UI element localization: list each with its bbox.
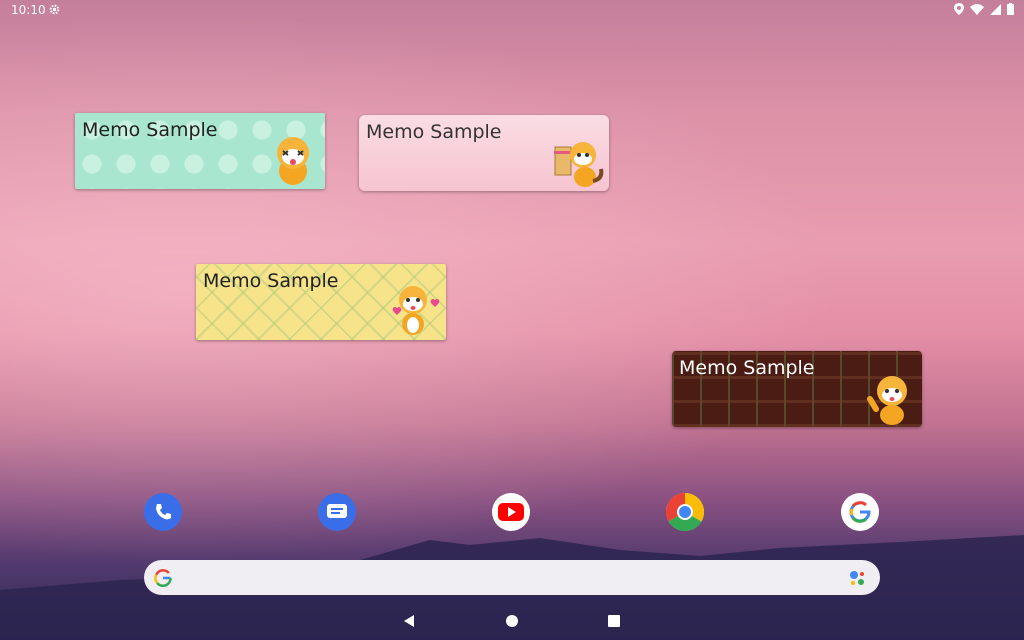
memo-widget-yellow[interactable]: Memo Sample [196, 264, 446, 340]
settings-gear-icon [49, 4, 60, 15]
cell-signal-icon [990, 3, 1001, 15]
memo-text: Memo Sample [679, 357, 815, 379]
memo-widget-pink[interactable]: Memo Sample [359, 115, 609, 191]
memo-widget-brown[interactable]: Memo Sample [672, 351, 922, 427]
assistant-icon[interactable] [848, 569, 868, 587]
google-icon[interactable] [841, 493, 879, 531]
memo-text: Memo Sample [82, 119, 218, 141]
youtube-icon[interactable] [492, 493, 530, 531]
messages-icon[interactable] [318, 493, 356, 531]
raccoon-hearts-icon [392, 286, 440, 335]
location-icon [954, 3, 964, 15]
status-bar: 10:10 [0, 0, 1024, 20]
google-g-icon [154, 569, 172, 588]
recents-icon[interactable] [607, 614, 621, 628]
memo-text: Memo Sample [203, 270, 339, 292]
raccoon-with-gift-icon [554, 142, 604, 187]
status-time: 10:10 [11, 3, 46, 17]
home-icon[interactable] [505, 614, 519, 628]
phone-icon[interactable] [144, 493, 182, 531]
chrome-icon[interactable] [666, 493, 704, 531]
memo-widget-mint[interactable]: Memo Sample [75, 113, 325, 189]
raccoon-waving-icon [867, 376, 907, 425]
back-icon[interactable] [402, 614, 416, 628]
raccoon-character-icon [277, 137, 309, 185]
google-search-bar[interactable] [144, 560, 880, 595]
wifi-icon [970, 3, 984, 15]
navigation-bar [0, 604, 1024, 640]
memo-text: Memo Sample [366, 121, 502, 143]
battery-icon [1007, 3, 1014, 15]
